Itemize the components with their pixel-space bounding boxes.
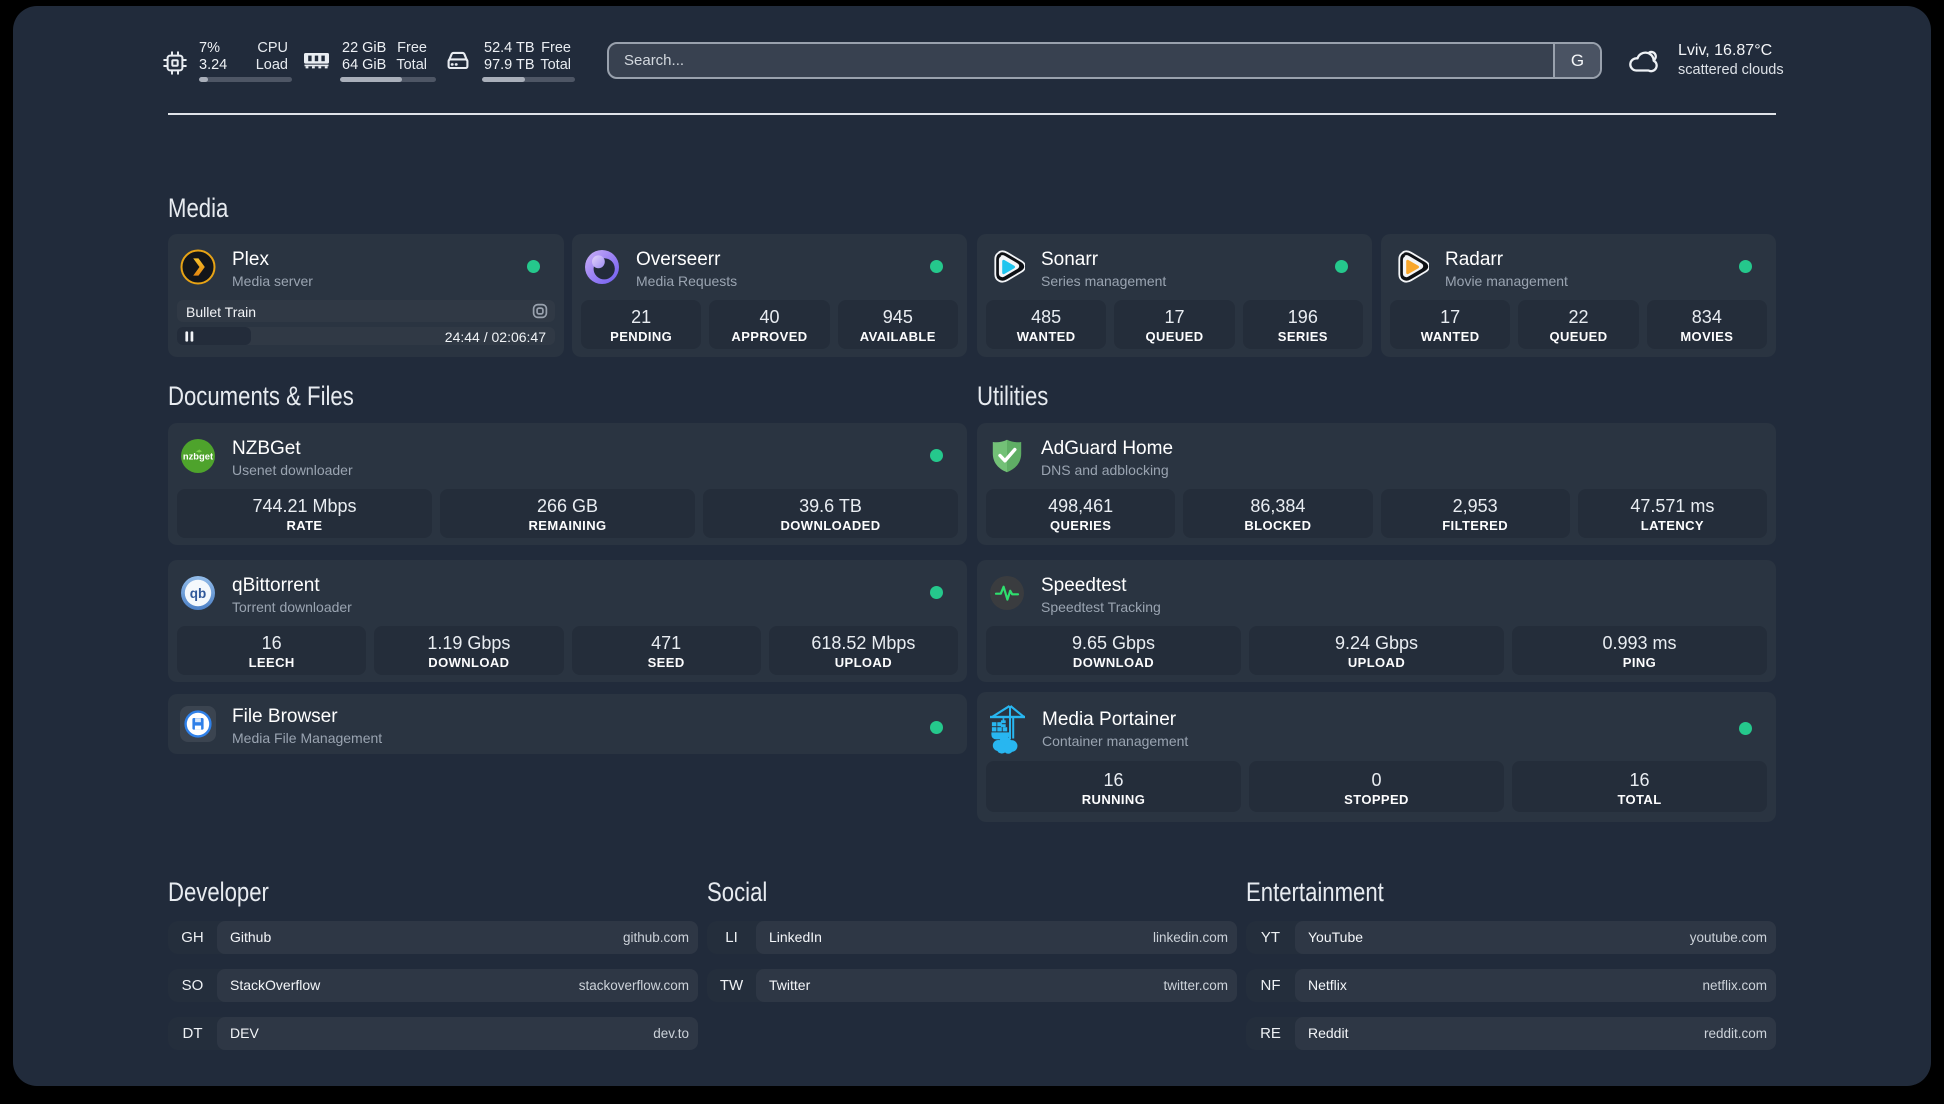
svg-text:qb: qb	[190, 586, 207, 601]
svg-text:nzbget: nzbget	[183, 451, 213, 462]
